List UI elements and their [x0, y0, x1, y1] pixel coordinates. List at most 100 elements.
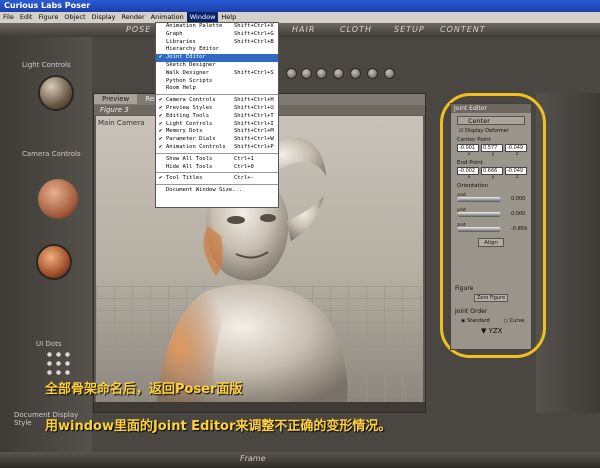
menu-render[interactable]: Render — [118, 12, 147, 23]
figure-section-label: Figure — [455, 285, 474, 292]
center-point-y-input[interactable]: 0.577 — [481, 144, 503, 152]
xrot-slider[interactable]: xrot 0.000 — [457, 192, 531, 204]
tab-content[interactable]: CONTENT — [440, 25, 486, 34]
window-menu-item-label: Tool Titles — [166, 175, 203, 182]
axis-y-label: y — [491, 152, 495, 157]
window-menu-item-label: Document Window Size... — [166, 187, 243, 194]
center-point-label: Center Point — [457, 137, 491, 143]
window-menu-item-label: Sketch Designer — [166, 61, 216, 68]
tab-preview[interactable]: Preview — [94, 94, 138, 104]
tool-icon[interactable] — [301, 68, 312, 79]
yrot-slider[interactable]: yrot 0.000 — [457, 207, 531, 219]
joint-editor-panel: Joint Editor Center ☑ Display Deformer C… — [450, 103, 532, 350]
tool-icon[interactable] — [350, 68, 361, 79]
joint-editor-dropdown[interactable]: Center — [457, 116, 525, 125]
window-menu-item[interactable]: ✔ Preview Styles Shift+Ctrl+U — [156, 105, 278, 113]
camera-head-control[interactable] — [38, 179, 78, 219]
window-menu-item[interactable]: Room Help — [156, 85, 278, 93]
end-point-fields: -0.002 0.666 -0.049 — [457, 167, 531, 175]
tab-cloth[interactable]: CLOTH — [340, 25, 372, 34]
checkmark-icon: ✔ — [159, 175, 163, 182]
window-menu-item-label: Memory Dots — [166, 128, 203, 135]
menu-edit[interactable]: Edit — [17, 12, 36, 23]
window-menu-item[interactable]: Sketch Designer — [156, 62, 278, 70]
window-menu-item[interactable]: ✔ Camera Controls Shift+Ctrl+H — [156, 97, 278, 105]
tool-icon[interactable] — [286, 68, 297, 79]
center-point-x-input[interactable]: -0.001 — [457, 144, 479, 152]
window-menu-item[interactable]: Walk Designer Shift+Ctrl+S — [156, 70, 278, 78]
memory-dots[interactable] — [45, 350, 73, 378]
checkmark-icon: ✔ — [159, 136, 163, 143]
zrot-dial[interactable] — [457, 227, 501, 232]
window-menu-item-shortcut: Shift+Ctrl+G — [234, 30, 274, 37]
xrot-dial[interactable] — [457, 197, 501, 202]
caption-line-1: 全部骨架命名后，返回Poser面版 — [45, 382, 243, 397]
tool-icon[interactable] — [316, 68, 327, 79]
window-menu-item-shortcut: Shift+Ctrl+H — [234, 97, 274, 104]
tool-icon[interactable] — [333, 68, 344, 79]
window-menu-item[interactable]: Show All Tools Ctrl+1 — [156, 156, 278, 164]
window-menu-item-label: Camera Controls — [166, 97, 216, 104]
center-point-fields: -0.001 0.577 -0.049 — [457, 144, 531, 152]
window-menu-item[interactable]: ✔ Joint Editor — [156, 54, 278, 62]
axis-labels: x y z — [457, 175, 529, 180]
tab-setup[interactable]: SETUP — [394, 25, 425, 34]
tab-hair[interactable]: HAIR — [292, 25, 315, 34]
axis-y-label: y — [491, 175, 495, 180]
curve-label: Curve — [509, 318, 525, 324]
window-menu-item[interactable]: ✔ Light Controls Shift+Ctrl+I — [156, 121, 278, 129]
window-menu-item-shortcut: Shift+Ctrl+W — [234, 136, 274, 143]
end-point-y-input[interactable]: 0.666 — [481, 167, 503, 175]
window-menu-item-label: Libraries — [166, 38, 196, 45]
window-menu-item-shortcut: Ctrl+0 — [234, 163, 254, 170]
align-button[interactable]: Align — [478, 238, 504, 247]
tab-pose[interactable]: POSE — [126, 25, 151, 34]
axis-z-label: z — [515, 175, 519, 180]
xrot-value: 0.000 — [511, 196, 526, 202]
tool-icon[interactable] — [384, 68, 395, 79]
window-menu-item[interactable]: ✔ Memory Dots Shift+Ctrl+M — [156, 128, 278, 136]
window-menu-item[interactable]: Hierarchy Editor — [156, 46, 278, 54]
zero-figure-button[interactable]: Zero Figure — [474, 294, 508, 302]
window-menu-item[interactable]: Libraries Shift+Ctrl+B — [156, 39, 278, 47]
window-menu-item[interactable]: ✔ Tool Titles Ctrl+- — [156, 175, 278, 183]
joint-order-radios: ◉ Standard ○ Curve — [461, 318, 531, 324]
menu-display[interactable]: Display — [89, 12, 119, 23]
end-point-z-input[interactable]: -0.049 — [505, 167, 527, 175]
camera-controls-title: Camera Controls — [22, 150, 81, 158]
display-deformer-checkbox[interactable]: ☑ Display Deformer — [459, 128, 531, 134]
axis-x-label: x — [467, 152, 471, 157]
center-point-z-input[interactable]: -0.049 — [505, 144, 527, 152]
end-point-x-input[interactable]: -0.002 — [457, 167, 479, 175]
menu-object[interactable]: Object — [61, 12, 88, 23]
window-menu-item[interactable]: Animation Palette Shift+Ctrl+V — [156, 23, 278, 31]
curve-radio[interactable]: ○ Curve — [504, 318, 525, 324]
window-menu-item[interactable]: Graph Shift+Ctrl+G — [156, 31, 278, 39]
window-menu-item[interactable]: Hide All Tools Ctrl+0 — [156, 164, 278, 172]
menu-file[interactable]: File — [0, 12, 17, 23]
window-menu-item[interactable]: ✔ Editing Tools Shift+Ctrl+T — [156, 113, 278, 121]
window-menu-item-label: Parameter Dials — [166, 136, 216, 143]
window-menu-item[interactable]: ✔ Animation Controls Shift+Ctrl+P — [156, 144, 278, 152]
joint-order-label: Joint Order — [455, 308, 488, 315]
yrot-dial[interactable] — [457, 212, 501, 217]
camera-trackball[interactable] — [36, 244, 72, 280]
window-menu-item-label: Editing Tools — [166, 112, 210, 119]
window-menu-item[interactable]: Document Window Size... — [156, 187, 278, 195]
checkmark-icon: ✔ — [159, 54, 163, 61]
rotation-order-dropdown[interactable]: ▼ YZX — [481, 327, 531, 335]
standard-radio[interactable]: ◉ Standard — [461, 318, 490, 324]
zrot-slider[interactable]: zrot -0.859 — [457, 222, 531, 234]
window-menu-item-shortcut: Shift+Ctrl+T — [234, 112, 274, 119]
axis-labels: x y z — [457, 152, 529, 157]
window-menu-item-label: Hierarchy Editor — [166, 46, 219, 53]
window-menu-item[interactable]: Python Scripts — [156, 78, 278, 86]
tool-icon[interactable] — [367, 68, 378, 79]
menu-figure[interactable]: Figure — [35, 12, 61, 23]
window-menu-item-shortcut: Shift+Ctrl+P — [234, 143, 274, 150]
window-menu-item-label: Preview Styles — [166, 104, 213, 111]
light-control-ball[interactable] — [38, 75, 74, 111]
window-menu-item-label: Animation Palette — [166, 23, 223, 29]
joint-editor-title: Joint Editor — [451, 104, 531, 113]
window-menu-item[interactable]: ✔ Parameter Dials Shift+Ctrl+W — [156, 136, 278, 144]
